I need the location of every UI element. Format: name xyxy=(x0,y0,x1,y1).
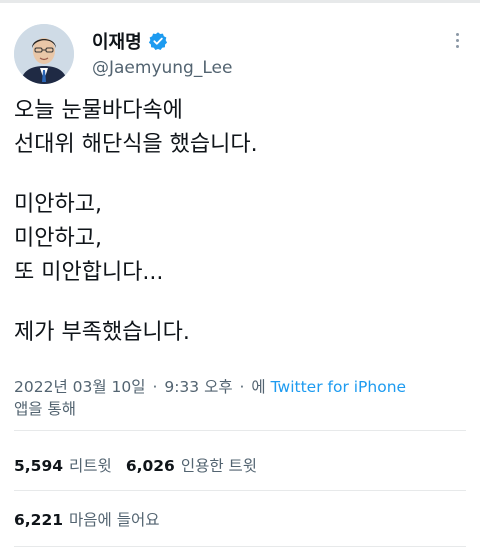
more-options-icon[interactable] xyxy=(450,30,464,54)
meta-separator: · xyxy=(152,378,158,396)
tweet-line: 또 미안합니다... xyxy=(14,260,164,285)
quotes-label: 인용한 트윗 xyxy=(180,457,258,475)
tweet-line: 미안하고, xyxy=(14,226,102,251)
via-suffix: 앱을 통해 xyxy=(14,400,76,418)
likes-stat[interactable]: 6,221 마음에 들어요 xyxy=(14,508,160,530)
quotes-stat[interactable]: 6,026 인용한 트윗 xyxy=(126,454,257,476)
display-name[interactable]: 이재명 xyxy=(92,28,142,54)
retweets-stat[interactable]: 5,594 리트윗 xyxy=(14,454,112,476)
avatar[interactable] xyxy=(14,24,74,84)
tweet-line: 제가 부족했습니다. xyxy=(14,320,190,345)
tweet-line: 미안하고, xyxy=(14,192,102,217)
quotes-count: 6,026 xyxy=(125,457,175,475)
meta-separator: · xyxy=(239,378,245,396)
avatar-image xyxy=(14,24,74,84)
retweets-label: 리트윗 xyxy=(69,457,112,475)
divider xyxy=(14,490,466,491)
tweet-date[interactable]: 2022년 03월 10일 xyxy=(14,378,146,396)
retweets-count: 5,594 xyxy=(14,457,64,475)
user-handle[interactable]: @Jaemyung_Lee xyxy=(92,58,232,78)
likes-label: 마음에 들어요 xyxy=(69,511,160,529)
verified-badge-icon xyxy=(148,31,168,51)
tweet-time[interactable]: 9:33 오후 xyxy=(164,378,232,396)
author-name-row[interactable]: 이재명 xyxy=(92,28,168,54)
engagement-stats-row: 5,594 리트윗 6,026 인용한 트윗 xyxy=(14,454,257,476)
tweet-metadata: 2022년 03월 10일 · 9:33 오후 · 에 Twitter for … xyxy=(14,376,470,420)
tweet-text: 오늘 눈물바다속에 선대위 해단식을 했습니다. 미안하고, 미안하고, 또 미… xyxy=(14,94,470,350)
likes-count: 6,221 xyxy=(14,511,64,529)
likes-stats-row: 6,221 마음에 들어요 xyxy=(14,508,160,530)
via-prefix: 에 xyxy=(251,378,266,396)
source-link[interactable]: Twitter for iPhone xyxy=(271,378,406,396)
top-border xyxy=(0,0,480,3)
tweet-line: 선대위 해단식을 했습니다. xyxy=(14,132,258,157)
divider xyxy=(14,546,466,547)
tweet-line: 오늘 눈물바다속에 xyxy=(14,98,183,123)
divider xyxy=(14,430,466,431)
